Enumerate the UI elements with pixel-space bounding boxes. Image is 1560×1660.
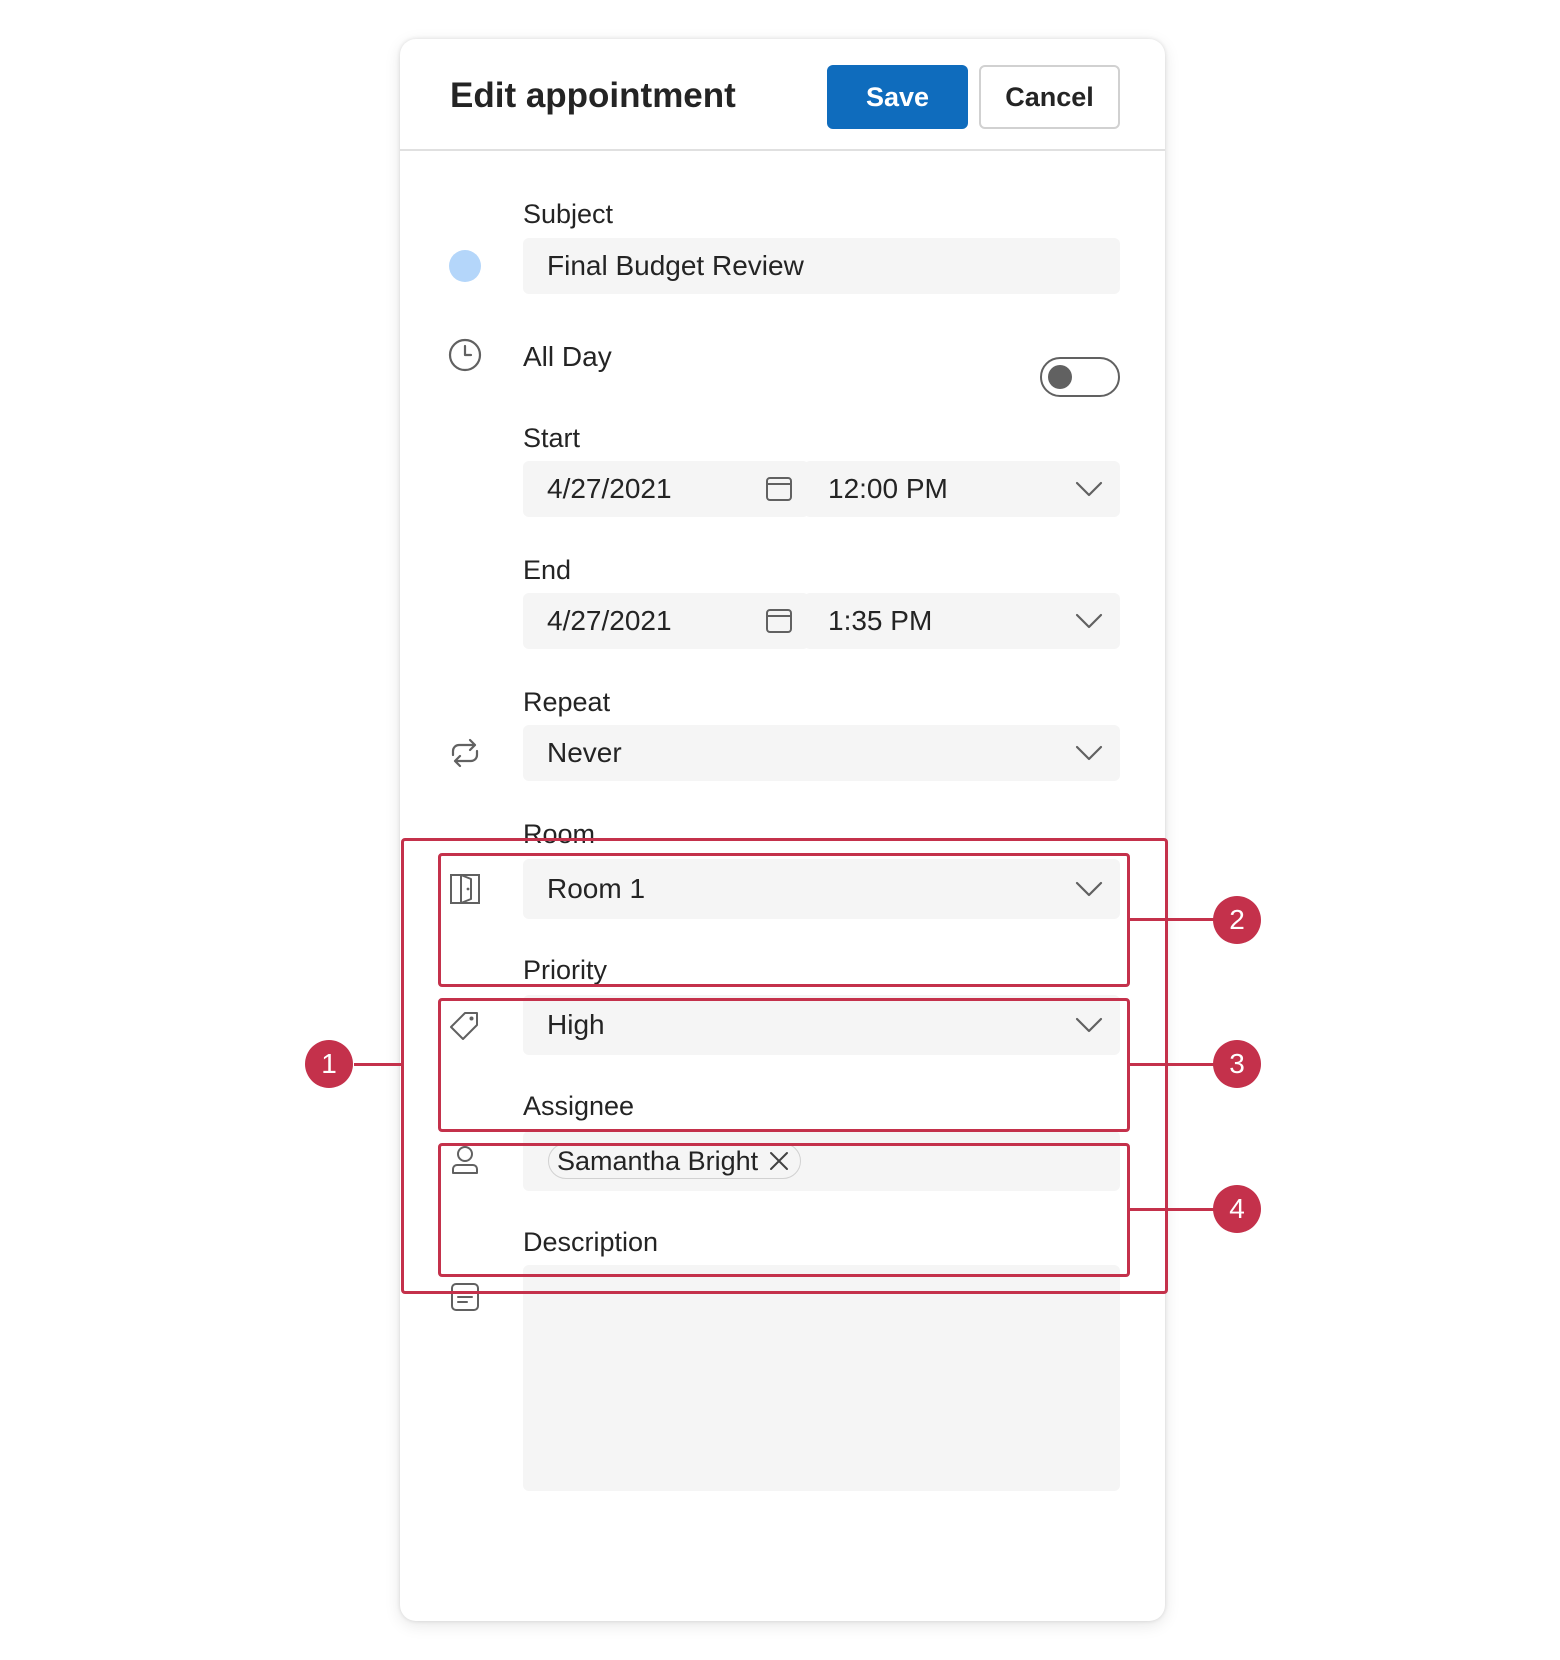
dialog-title: Edit appointment (450, 76, 736, 115)
category-color-dot[interactable] (449, 250, 481, 282)
repeat-value: Never (547, 737, 622, 768)
start-date-input[interactable]: 4/27/2021 (523, 461, 809, 517)
calendar-icon[interactable] (765, 607, 793, 635)
save-button[interactable]: Save (827, 65, 968, 129)
start-date-value: 4/27/2021 (547, 473, 672, 504)
cancel-button[interactable]: Cancel (979, 65, 1120, 129)
callout-badge-1: 1 (305, 1040, 353, 1088)
all-day-label: All Day (523, 341, 612, 372)
start-time-dropdown[interactable]: 12:00 PM (804, 461, 1120, 517)
start-time-value: 12:00 PM (828, 473, 948, 504)
end-time-value: 1:35 PM (828, 605, 933, 636)
description-textarea[interactable] (523, 1265, 1120, 1491)
callout-assignee-outline (438, 1143, 1130, 1277)
callout-badge-2: 2 (1213, 896, 1261, 944)
end-label: End (523, 555, 572, 585)
callout-4-leader (1130, 1208, 1216, 1211)
clock-icon (448, 338, 482, 372)
callout-3-leader (1130, 1063, 1216, 1066)
callout-priority-outline (438, 998, 1130, 1132)
repeat-dropdown[interactable]: Never (523, 725, 1120, 781)
dialog-header: Edit appointment Save Cancel (400, 39, 1165, 151)
end-time-dropdown[interactable]: 1:35 PM (804, 593, 1120, 649)
chevron-down-icon (1075, 745, 1103, 761)
repeat-icon (451, 738, 479, 768)
chevron-down-icon (1075, 481, 1103, 497)
subject-value: Final Budget Review (547, 250, 804, 281)
callout-1-leader (354, 1063, 402, 1066)
end-date-input[interactable]: 4/27/2021 (523, 593, 809, 649)
callout-badge-3: 3 (1213, 1040, 1261, 1088)
repeat-label: Repeat (523, 687, 611, 717)
all-day-toggle[interactable] (1040, 357, 1120, 397)
end-date-value: 4/27/2021 (547, 605, 672, 636)
toggle-knob (1048, 365, 1072, 389)
chevron-down-icon (1075, 613, 1103, 629)
calendar-icon[interactable] (765, 475, 793, 503)
callout-badge-4: 4 (1213, 1185, 1261, 1233)
start-label: Start (523, 423, 581, 453)
subject-label: Subject (523, 199, 614, 229)
callout-2-leader (1130, 918, 1216, 921)
callout-room-outline (438, 853, 1130, 987)
subject-input[interactable]: Final Budget Review (523, 238, 1120, 294)
edit-appointment-dialog: Edit appointment Save Cancel Subject Fin… (400, 39, 1165, 1621)
